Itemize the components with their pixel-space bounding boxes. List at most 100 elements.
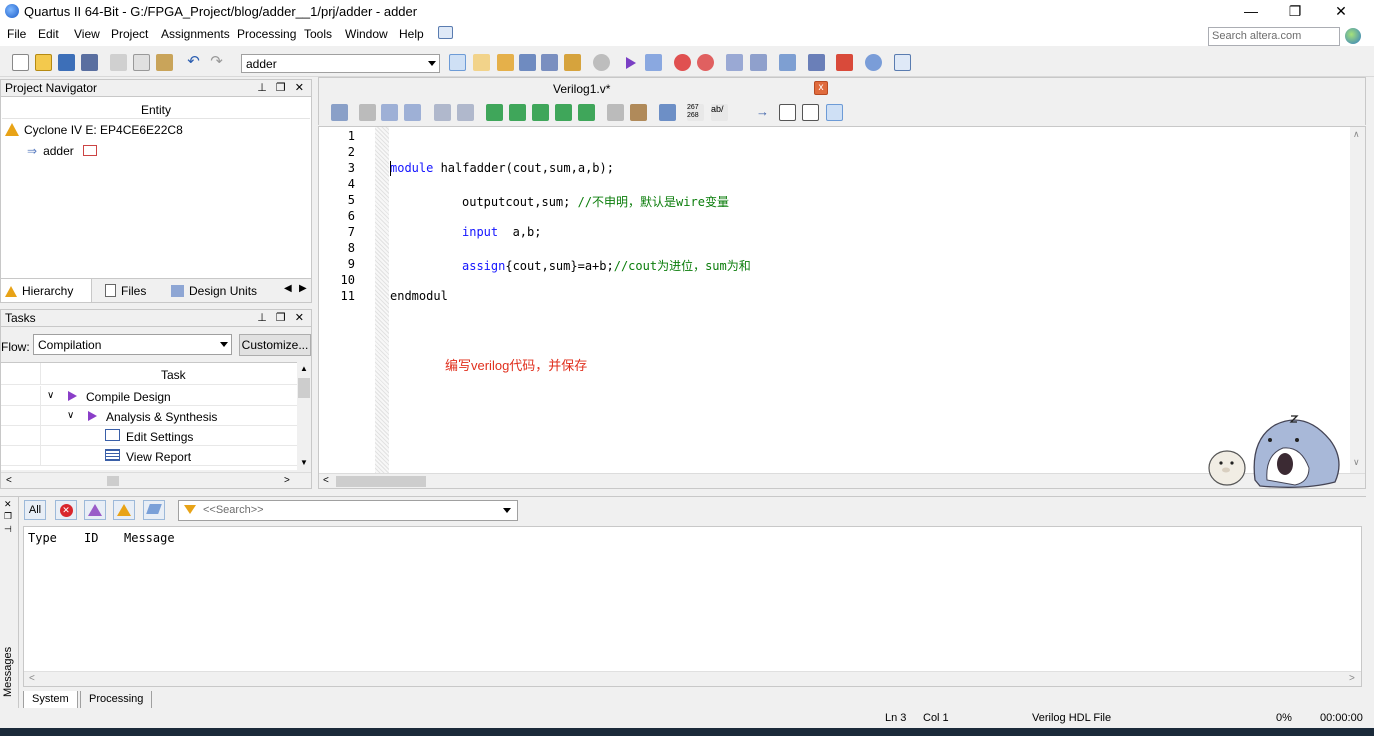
menu-assignments[interactable]: Assignments [161,27,230,41]
column-message[interactable]: Message [124,531,175,545]
filter-all-button[interactable]: All [24,500,46,520]
scroll-left-icon[interactable]: < [323,475,329,486]
signal-tap-icon[interactable] [808,54,825,71]
open-icon[interactable] [35,54,52,71]
ip-catalog-icon[interactable] [836,54,853,71]
template-icon[interactable] [630,104,647,121]
redo-icon[interactable]: ↷ [208,54,225,71]
menu-tools[interactable]: Tools [304,27,332,41]
stop-icon[interactable] [593,54,610,71]
clear-all-bookmarks-icon[interactable] [578,104,595,121]
line-numbers-icon[interactable]: 267 268 [687,104,704,121]
chip-planner-icon[interactable] [449,54,466,71]
task-row[interactable]: Edit Settings [1,426,297,446]
next-bookmark-icon[interactable] [509,104,526,121]
column-id[interactable]: ID [84,531,98,545]
assignment-editor-icon[interactable] [541,54,558,71]
insert-template-icon[interactable] [659,104,676,121]
new-file-icon[interactable] [12,54,29,71]
tasks-vertical-scrollbar[interactable]: ▲ ▼ [297,362,311,470]
tab-files[interactable]: Files [101,279,150,302]
menu-window[interactable]: Window [345,27,388,41]
timing-analyzer-icon[interactable] [697,54,714,71]
tech-map-icon[interactable] [750,54,767,71]
save-icon[interactable] [58,54,75,71]
clear-bookmark-icon[interactable] [555,104,572,121]
column-type[interactable]: Type [28,531,57,545]
pin-planner-icon[interactable] [473,54,490,71]
decrease-indent-icon[interactable] [457,104,474,121]
tab-processing[interactable]: Processing [80,691,153,709]
scroll-down-icon[interactable]: ▼ [300,458,308,467]
entity-select[interactable]: adder [241,54,440,73]
menu-project[interactable]: Project [111,27,148,41]
task-row[interactable]: ∨ Analysis & Synthesis [1,406,297,426]
rtl-viewer-icon[interactable] [726,54,743,71]
increase-indent-icon[interactable] [434,104,451,121]
copy-icon[interactable] [133,54,150,71]
tab-hierarchy[interactable]: Hierarchy [1,279,92,302]
device-row[interactable]: Cyclone IV E: EP4CE6E22C8 [5,123,183,137]
filter-critical-warning-icon[interactable] [84,500,106,520]
messages-pin-icon[interactable]: ⊣ [4,525,12,534]
help-icon[interactable] [865,54,882,71]
spell-check-icon[interactable]: ab/ [711,104,728,121]
comment-icon[interactable] [894,54,911,71]
top-entity-row[interactable]: ⇒ adder [27,144,98,158]
altera-search-input[interactable]: Search altera.com [1208,27,1340,46]
menu-edit[interactable]: Edit [38,27,59,41]
programmer-icon[interactable] [779,54,796,71]
tab-system[interactable]: System [23,691,78,709]
tab-scroll-left-icon[interactable]: ◀ [284,283,292,294]
goto-line-icon[interactable] [404,104,421,121]
scroll-right-icon[interactable]: > [284,475,290,486]
panel-pin-close-icons[interactable]: ⊥ ❐ ✕ [257,81,307,94]
scroll-thumb[interactable] [336,476,426,487]
bookmark-icon[interactable] [486,104,503,121]
messages-horizontal-scrollbar[interactable]: < > [24,671,1361,686]
indent-right-icon[interactable]: → [756,104,773,121]
settings-icon[interactable] [497,54,514,71]
replace-icon[interactable] [381,104,398,121]
tab-scroll-right-icon[interactable]: ▶ [299,283,307,294]
menu-file[interactable]: File [7,27,26,41]
tasks-horizontal-scrollbar[interactable]: < > [1,472,311,488]
messages-float-icon[interactable]: ❐ [4,512,12,521]
design-partition-icon[interactable] [564,54,581,71]
messages-search-input[interactable]: <<Search>> [178,500,518,521]
scroll-down-icon[interactable]: ∨ [1353,457,1360,468]
task-row[interactable]: View Report [1,446,297,466]
scroll-up-icon[interactable]: ∧ [1353,129,1360,140]
view-icon[interactable] [779,104,796,121]
filter-error-icon[interactable]: ✕ [55,500,77,520]
split-view-icon[interactable] [802,104,819,121]
filter-warning-icon[interactable] [113,500,135,520]
maximize-button[interactable]: ❐ [1272,0,1318,24]
scroll-thumb[interactable] [298,378,310,398]
tasks-pin-close-icons[interactable]: ⊥ ❐ ✕ [257,311,307,324]
analysis-icon[interactable] [645,54,662,71]
start-compile-icon[interactable] [622,54,639,71]
scroll-up-icon[interactable]: ▲ [300,364,308,373]
editor-tab[interactable]: Verilog1.v* x [319,78,839,100]
scroll-thumb[interactable] [107,476,119,486]
menu-processing[interactable]: Processing [237,27,296,41]
full-view-icon[interactable] [826,104,843,121]
help-bubble-icon[interactable] [438,26,453,39]
editor-vertical-scrollbar[interactable]: ∧ ∨ [1350,127,1365,473]
scroll-left-icon[interactable]: < [29,673,35,684]
menu-help[interactable]: Help [399,27,424,41]
undo-icon[interactable]: ↶ [185,54,202,71]
customize-button[interactable]: Customize... [239,334,311,356]
task-row[interactable]: ∨ Compile Design [1,386,297,406]
tab-design-units[interactable]: Design Units [167,279,261,302]
open-icon[interactable] [331,104,348,121]
attach-icon[interactable] [607,104,624,121]
globe-icon[interactable] [1345,28,1361,44]
menu-view[interactable]: View [74,27,100,41]
cut-icon[interactable] [110,54,127,71]
chevron-down-icon[interactable]: ∨ [47,390,54,401]
chevron-down-icon[interactable] [503,508,511,513]
chevron-down-icon[interactable]: ∨ [67,410,74,421]
minimize-button[interactable]: — [1228,0,1274,24]
